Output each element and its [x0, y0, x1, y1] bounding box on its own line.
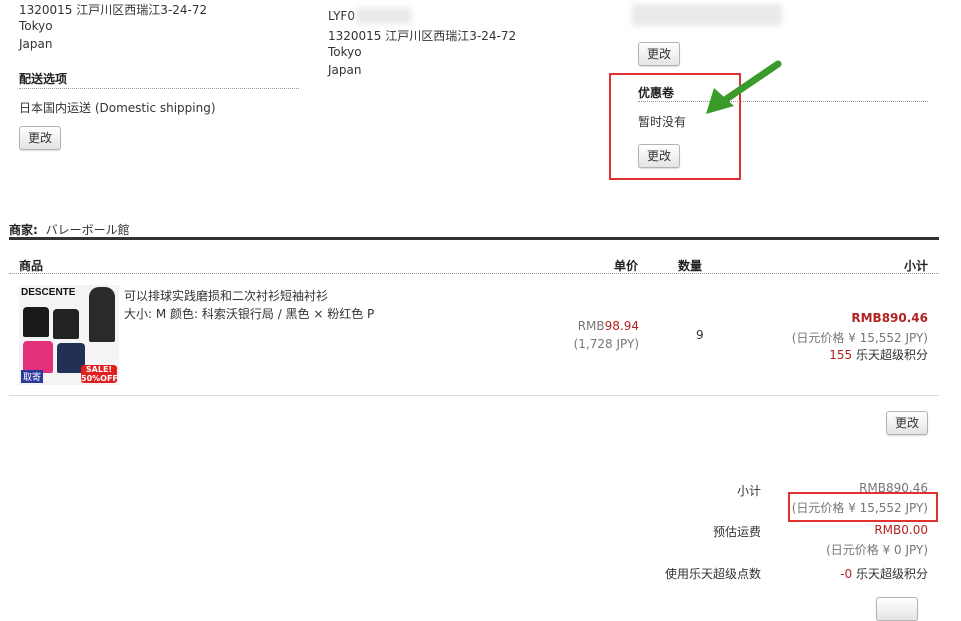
- shipping-heading: 配送选项: [19, 72, 68, 86]
- coupon-heading: 优惠卷: [638, 86, 675, 100]
- item-points-label: 乐天超级积分: [852, 348, 928, 362]
- thumb-sale-badge: SALE! 50%OFF!: [81, 365, 119, 383]
- summary-points-label: 使用乐天超级点数: [664, 567, 761, 581]
- coupon-change-button[interactable]: 更改: [638, 144, 680, 168]
- item-subtotal-rmb: RMB890.46: [851, 311, 928, 325]
- unit-price-jpy: (1,728 JPY): [573, 337, 639, 351]
- thumb-shirt-black-1: [23, 307, 49, 337]
- header-quantity: 数量: [678, 259, 703, 273]
- shipping-change-button[interactable]: 更改: [19, 126, 61, 150]
- left-address-city: Tokyo: [19, 19, 53, 33]
- unit-price-value: 98.94: [604, 319, 639, 333]
- summary-subtotal-jpy: (日元价格 ¥ 15,552 JPY): [791, 501, 928, 515]
- summary-shipping-jpy: (日元价格 ¥ 0 JPY): [826, 543, 928, 557]
- unit-price-prefix: RMB: [577, 319, 605, 333]
- product-title[interactable]: 可以排球实践磨损和二次衬衫短袖衬衫: [124, 287, 328, 304]
- green-arrow-icon: [706, 60, 782, 114]
- summary-partial-button[interactable]: [876, 597, 918, 621]
- header-subtotal: 小计: [904, 259, 929, 273]
- left-address-postal: 1320015 江戸川区西瑞江3-24-72: [19, 3, 208, 17]
- shop-divider: [9, 237, 939, 240]
- thumb-shirt-pink: [23, 341, 53, 373]
- shipping-divider: [19, 88, 299, 89]
- item-points-value: 155: [829, 348, 853, 362]
- item-subtotal-jpy: (日元价格 ¥ 15,552 JPY): [791, 331, 928, 345]
- payment-change-button[interactable]: 更改: [638, 42, 680, 66]
- thumb-brand: DESCENTE: [21, 287, 76, 298]
- header-product: 商品: [19, 259, 44, 273]
- quantity-value: 9: [696, 328, 704, 342]
- summary-points: -0 乐天超级积分: [840, 565, 928, 582]
- mid-address-country: Japan: [328, 63, 362, 77]
- shop-line: 商家: バレーボール館: [9, 221, 130, 238]
- summary-points-unit: 乐天超级积分: [852, 567, 928, 581]
- shipping-option-text: 日本国内运送 (Domestic shipping): [19, 101, 216, 115]
- shop-name[interactable]: バレーボール館: [46, 223, 130, 237]
- product-options: 大小: M 颜色: 科索沃银行局 / 黑色 × 粉红色 P: [124, 307, 375, 321]
- shop-label: 商家:: [9, 223, 38, 237]
- thumb-model: [89, 287, 115, 342]
- unit-price: RMB98.94: [578, 319, 639, 333]
- coupon-divider: [638, 101, 928, 102]
- mid-address-postal: 1320015 江戸川区西瑞江3-24-72: [328, 29, 517, 43]
- mid-address-name-redaction: [356, 8, 412, 24]
- row-divider: [9, 395, 939, 396]
- summary-subtotal-label: 小计: [736, 484, 761, 498]
- coupon-status: 暂时没有: [638, 115, 687, 129]
- product-thumbnail[interactable]: DESCENTE 取寄 SALE! 50%OFF!: [19, 285, 119, 385]
- summary-shipping-rmb: RMB0.00: [874, 523, 928, 537]
- header-unit-price: 单价: [614, 259, 639, 273]
- cart-change-button[interactable]: 更改: [886, 411, 928, 435]
- left-address-country: Japan: [19, 37, 53, 51]
- right-redaction: [632, 4, 782, 26]
- header-divider: [9, 273, 939, 274]
- summary-shipping-label: 预估运费: [712, 525, 761, 539]
- item-points: 155 乐天超级积分: [829, 346, 928, 363]
- summary-points-value: -0: [840, 567, 853, 581]
- mid-address-city: Tokyo: [328, 45, 362, 59]
- mid-address-name: LYF0: [328, 9, 355, 23]
- thumb-tag: 取寄: [21, 370, 44, 383]
- thumb-shirt-black-2: [53, 309, 79, 339]
